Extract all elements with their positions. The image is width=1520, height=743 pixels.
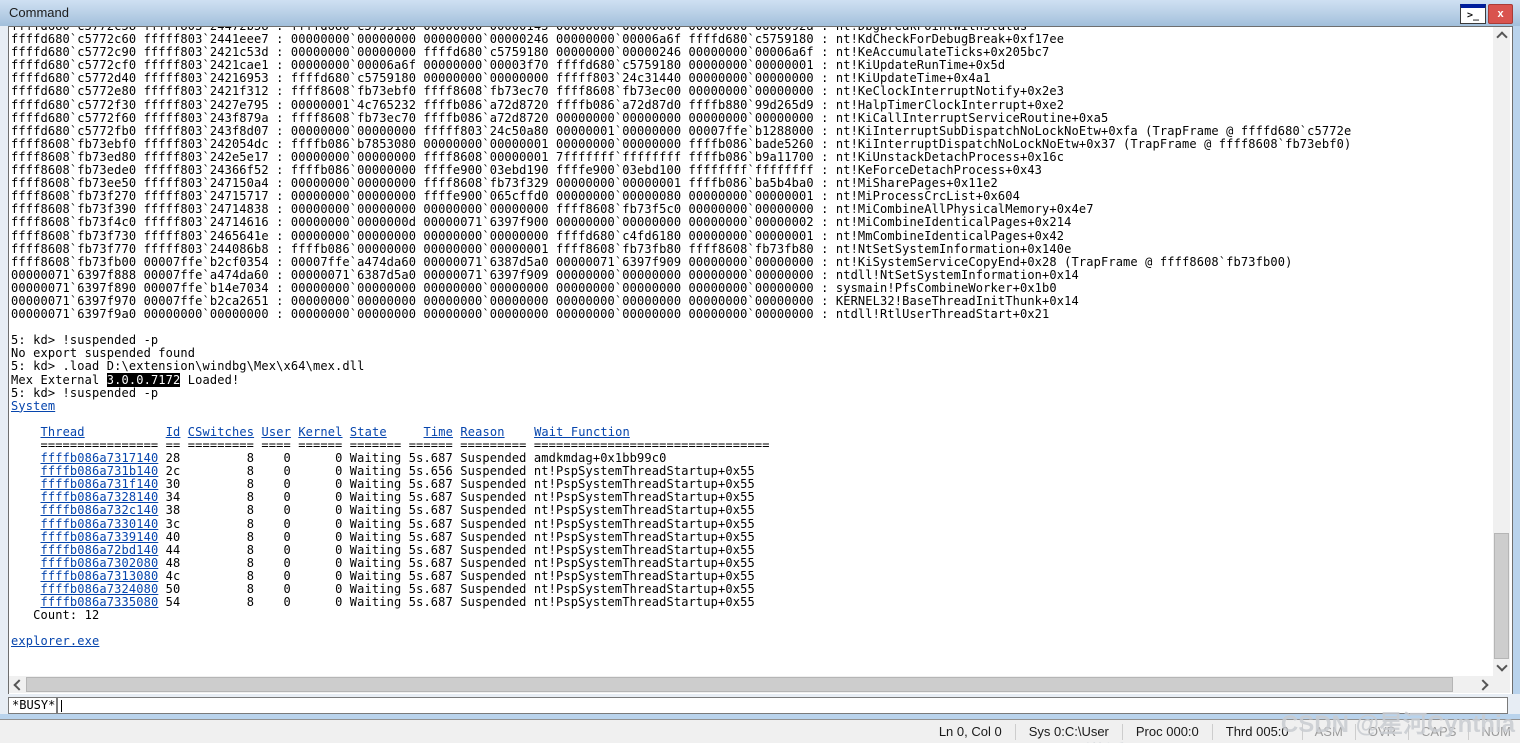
process-link-explorer[interactable]: explorer.exe [11,634,99,648]
thread-link[interactable]: ffffb086a731f140 [40,477,158,491]
thread-row-line: ffffb086a7339140 40 8 0 0 Waiting 5s.687… [40,529,755,544]
scroll-down-button[interactable] [1493,659,1510,676]
prompt-status: *BUSY* [8,697,57,714]
chevron-right-icon [1477,678,1489,691]
scroll-left-button[interactable] [9,676,26,693]
column-header-wait-function[interactable]: Wait Function [534,425,630,439]
thread-link[interactable]: ffffb086a7330140 [40,517,158,531]
process-link-line: explorer.exe [11,635,1493,648]
stack-frame-line: ffff8608`fb73f770 fffff803`244086b8 : ff… [11,241,1072,256]
mex-loaded-line: Mex External 3.0.0.7172 Loaded! [11,372,240,387]
stack-frame-line: ffff8608`fb73f730 fffff803`2465641e : 00… [11,228,1065,243]
thread-link[interactable]: ffffb086a731b140 [40,464,158,478]
column-header-reason[interactable]: Reason [460,425,504,439]
window-title: Command [9,5,69,20]
window-titlebar[interactable]: Command >_ x [0,0,1520,27]
thread-link[interactable]: ffffb086a7313080 [40,569,158,583]
command-output-text: ffffd680`c5772c58 fffff803`24472b58 : ff… [11,27,1493,649]
command-input-box[interactable] [57,697,1508,714]
column-header-cswitches[interactable]: CSwitches [188,425,254,439]
chevron-up-icon [1495,31,1508,43]
column-header-time[interactable]: Time [424,425,453,439]
kd-prompt-line: 5: kd> !suspended -p [11,385,159,400]
windbg-command-window: Command >_ x ffffd680`c5772c58 fffff803`… [0,0,1520,743]
status-toggle-asm: ASM [1301,723,1355,740]
kd-prompt-line: 5: kd> !suspended -p [11,333,159,348]
thread-row-line: ffffb086a7330140 3c 8 0 0 Waiting 5s.687… [40,516,755,531]
command-output[interactable]: ffffd680`c5772c58 fffff803`24472b58 : ff… [9,27,1493,676]
status-bar: Ln 0, Col 0 Sys 0:C:\User Proc 000:0 Thr… [0,719,1520,743]
process-link-system[interactable]: System [11,399,55,413]
status-system: Sys 0:C:\User [1014,723,1122,740]
chevron-left-icon [13,678,25,691]
thread-link[interactable]: ffffb086a732c140 [40,503,158,517]
column-header-state[interactable]: State [350,425,387,439]
column-header-thread[interactable]: Thread [40,425,84,439]
thread-link[interactable]: ffffb086a7324080 [40,582,158,596]
status-process: Proc 000:0 [1121,723,1212,740]
dock-button[interactable]: >_ [1460,4,1486,24]
thread-row-line: ffffb086a732c140 38 8 0 0 Waiting 5s.687… [40,503,755,518]
mex-version-highlight: 3.0.0.7172 [106,372,181,387]
status-toggle-num: NUM [1468,723,1520,740]
status-toggle-ovr: OVR [1354,723,1408,740]
thread-link[interactable]: ffffb086a7328140 [40,490,158,504]
scroll-up-button[interactable] [1493,27,1510,44]
stack-frame-line: 00000071`6397f9a0 00000000`00000000 : 00… [11,307,1050,322]
close-icon: x [1497,8,1504,20]
column-header-kernel[interactable]: Kernel [298,425,342,439]
column-header-id[interactable]: Id [166,425,181,439]
thread-link[interactable]: ffffb086a7302080 [40,556,158,570]
column-header-user[interactable]: User [261,425,290,439]
close-button[interactable]: x [1488,4,1513,24]
thread-link[interactable]: ffffb086a7339140 [40,530,158,544]
thread-link[interactable]: ffffb086a72bd140 [40,543,158,557]
prompt-row: *BUSY* [0,694,1520,714]
thread-row-line: ffffb086a7335080 54 8 0 0 Waiting 5s.687… [40,595,755,610]
process-link-line: System [11,399,1493,413]
thread-link[interactable]: ffffb086a7317140 [40,451,158,465]
scrollbar-corner [1493,676,1510,693]
vertical-scroll-thumb[interactable] [1494,533,1509,659]
stack-frame-line: ffffd680`c5772e80 fffff803`2421f312 : ff… [11,84,1065,99]
stack-frame-line: ffff8608`fb73f4c0 fffff803`24714616 : 00… [11,215,1072,230]
thread-row-line: ffffb086a7302080 48 8 0 0 Waiting 5s.687… [40,555,755,570]
stack-frame-line: 00000071`6397f888 00007ffe`a474da60 : 00… [11,267,1079,282]
stack-frame-line: ffff8608`fb73fb00 00007ffe`b2cf0354 : 00… [11,254,1293,269]
status-toggle-caps: CAPS [1407,723,1468,740]
stack-frame-line: ffffd680`c5772f30 fffff803`2427e795 : 00… [11,97,1065,112]
thread-link[interactable]: ffffb086a7335080 [40,595,158,609]
horizontal-scrollbar[interactable] [9,676,1493,693]
stack-frame-line: ffff8608`fb73ebf0 fffff803`242054dc : ff… [11,136,1352,151]
status-thread: Thrd 005:0 [1211,723,1302,740]
horizontal-scroll-thumb[interactable] [26,677,1453,692]
kd-prompt-line: 5: kd> .load D:\extension\windbg\Mex\x64… [11,359,365,374]
stack-frame-line: 00000071`6397f890 00007ffe`b14e7034 : 00… [11,280,1057,295]
status-cursor-position: Ln 0, Col 0 [938,723,1002,739]
chevron-down-icon [1495,660,1508,672]
window-frame-left [0,26,8,714]
thread-row-line: ffffb086a72bd140 44 8 0 0 Waiting 5s.687… [40,542,755,557]
vertical-scrollbar[interactable] [1493,27,1510,676]
count-line: Count: 12 [11,608,100,623]
console-prompt-icon: >_ [1466,10,1480,21]
scroll-right-button[interactable] [1476,676,1493,693]
command-input[interactable] [60,699,1500,712]
stack-frame-line: ffffd680`c5772f60 fffff803`243f879a : ff… [11,110,1109,125]
stack-frame-line: ffffd680`c5772fb0 fffff803`243f8d07 : 00… [11,123,1352,138]
